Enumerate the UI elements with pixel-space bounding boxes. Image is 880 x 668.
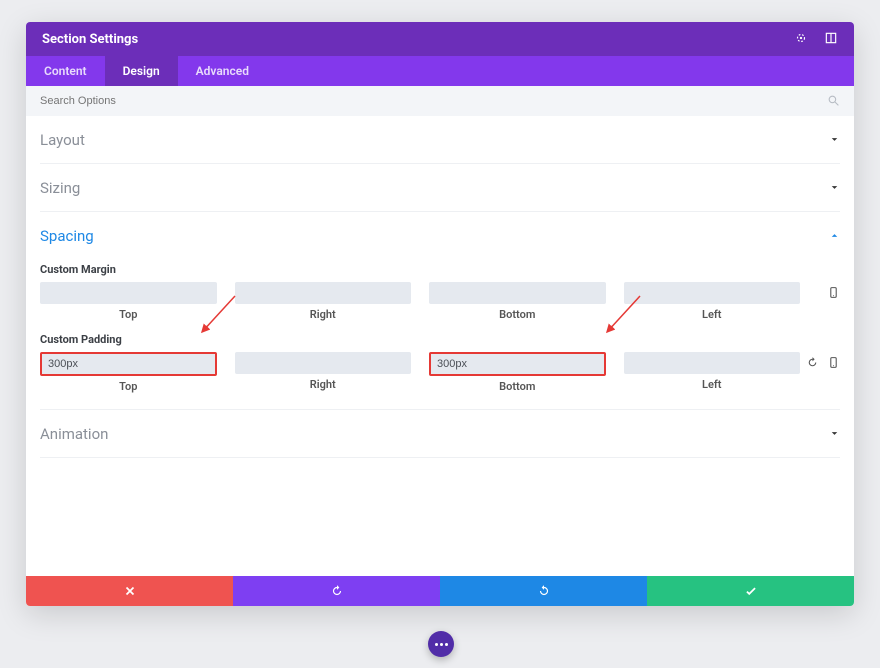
drag-icon[interactable] [794, 30, 808, 49]
section-sizing-head[interactable]: Sizing [40, 176, 840, 199]
tab-content[interactable]: Content [26, 56, 105, 86]
tab-advanced[interactable]: Advanced [178, 56, 267, 86]
section-layout-title: Layout [40, 131, 85, 149]
responsive-icon[interactable] [827, 284, 840, 303]
section-layout-head[interactable]: Layout [40, 128, 840, 151]
modal-header: Section Settings [26, 22, 854, 56]
padding-bottom-label: Bottom [499, 380, 535, 393]
section-spacing-head[interactable]: Spacing [40, 224, 840, 247]
more-options-fab[interactable] [428, 631, 454, 657]
section-animation: Animation [40, 410, 840, 458]
redo-button[interactable] [440, 576, 647, 606]
undo-button[interactable] [233, 576, 440, 606]
section-sizing: Sizing [40, 164, 840, 212]
modal-title: Section Settings [42, 32, 138, 47]
margin-right-label: Right [310, 308, 336, 321]
reset-icon[interactable] [806, 354, 819, 373]
section-sizing-title: Sizing [40, 179, 80, 197]
margin-left-label: Left [702, 308, 721, 321]
padding-top-label: Top [119, 380, 137, 393]
section-spacing-title: Spacing [40, 227, 94, 245]
custom-padding-label: Custom Padding [40, 333, 840, 346]
custom-margin-label: Custom Margin [40, 263, 840, 276]
margin-top-input[interactable] [40, 282, 217, 304]
padding-right-label: Right [310, 378, 336, 391]
search-input[interactable] [40, 95, 827, 107]
tabs: Content Design Advanced [26, 56, 854, 86]
margin-top-label: Top [119, 308, 137, 321]
save-button[interactable] [647, 576, 854, 606]
responsive-icon[interactable] [827, 354, 840, 373]
section-animation-title: Animation [40, 425, 108, 443]
search-bar [26, 86, 854, 116]
chevron-up-icon [829, 226, 840, 245]
chevron-down-icon [829, 130, 840, 149]
margin-bottom-label: Bottom [499, 308, 535, 321]
margin-right-input[interactable] [235, 282, 412, 304]
padding-top-input[interactable] [40, 352, 217, 376]
tab-design[interactable]: Design [105, 56, 178, 86]
search-icon[interactable] [827, 92, 840, 111]
padding-left-label: Left [702, 378, 721, 391]
margin-bottom-input[interactable] [429, 282, 606, 304]
padding-right-input[interactable] [235, 352, 412, 374]
section-animation-head[interactable]: Animation [40, 422, 840, 445]
padding-bottom-input[interactable] [429, 352, 606, 376]
settings-modal: Section Settings Content Design Advanced [26, 22, 854, 606]
section-layout: Layout [40, 116, 840, 164]
padding-left-input[interactable] [624, 352, 801, 374]
expand-icon[interactable] [824, 30, 838, 49]
section-spacing: Spacing Custom Margin Top [40, 212, 840, 410]
chevron-down-icon [829, 178, 840, 197]
margin-row: Top Right Bottom [40, 282, 840, 321]
cancel-button[interactable] [26, 576, 233, 606]
modal-footer [26, 576, 854, 606]
settings-content: Layout Sizing Spacing [26, 116, 854, 576]
margin-left-input[interactable] [624, 282, 801, 304]
chevron-down-icon [829, 424, 840, 443]
padding-row: Top Right Bottom [40, 352, 840, 393]
